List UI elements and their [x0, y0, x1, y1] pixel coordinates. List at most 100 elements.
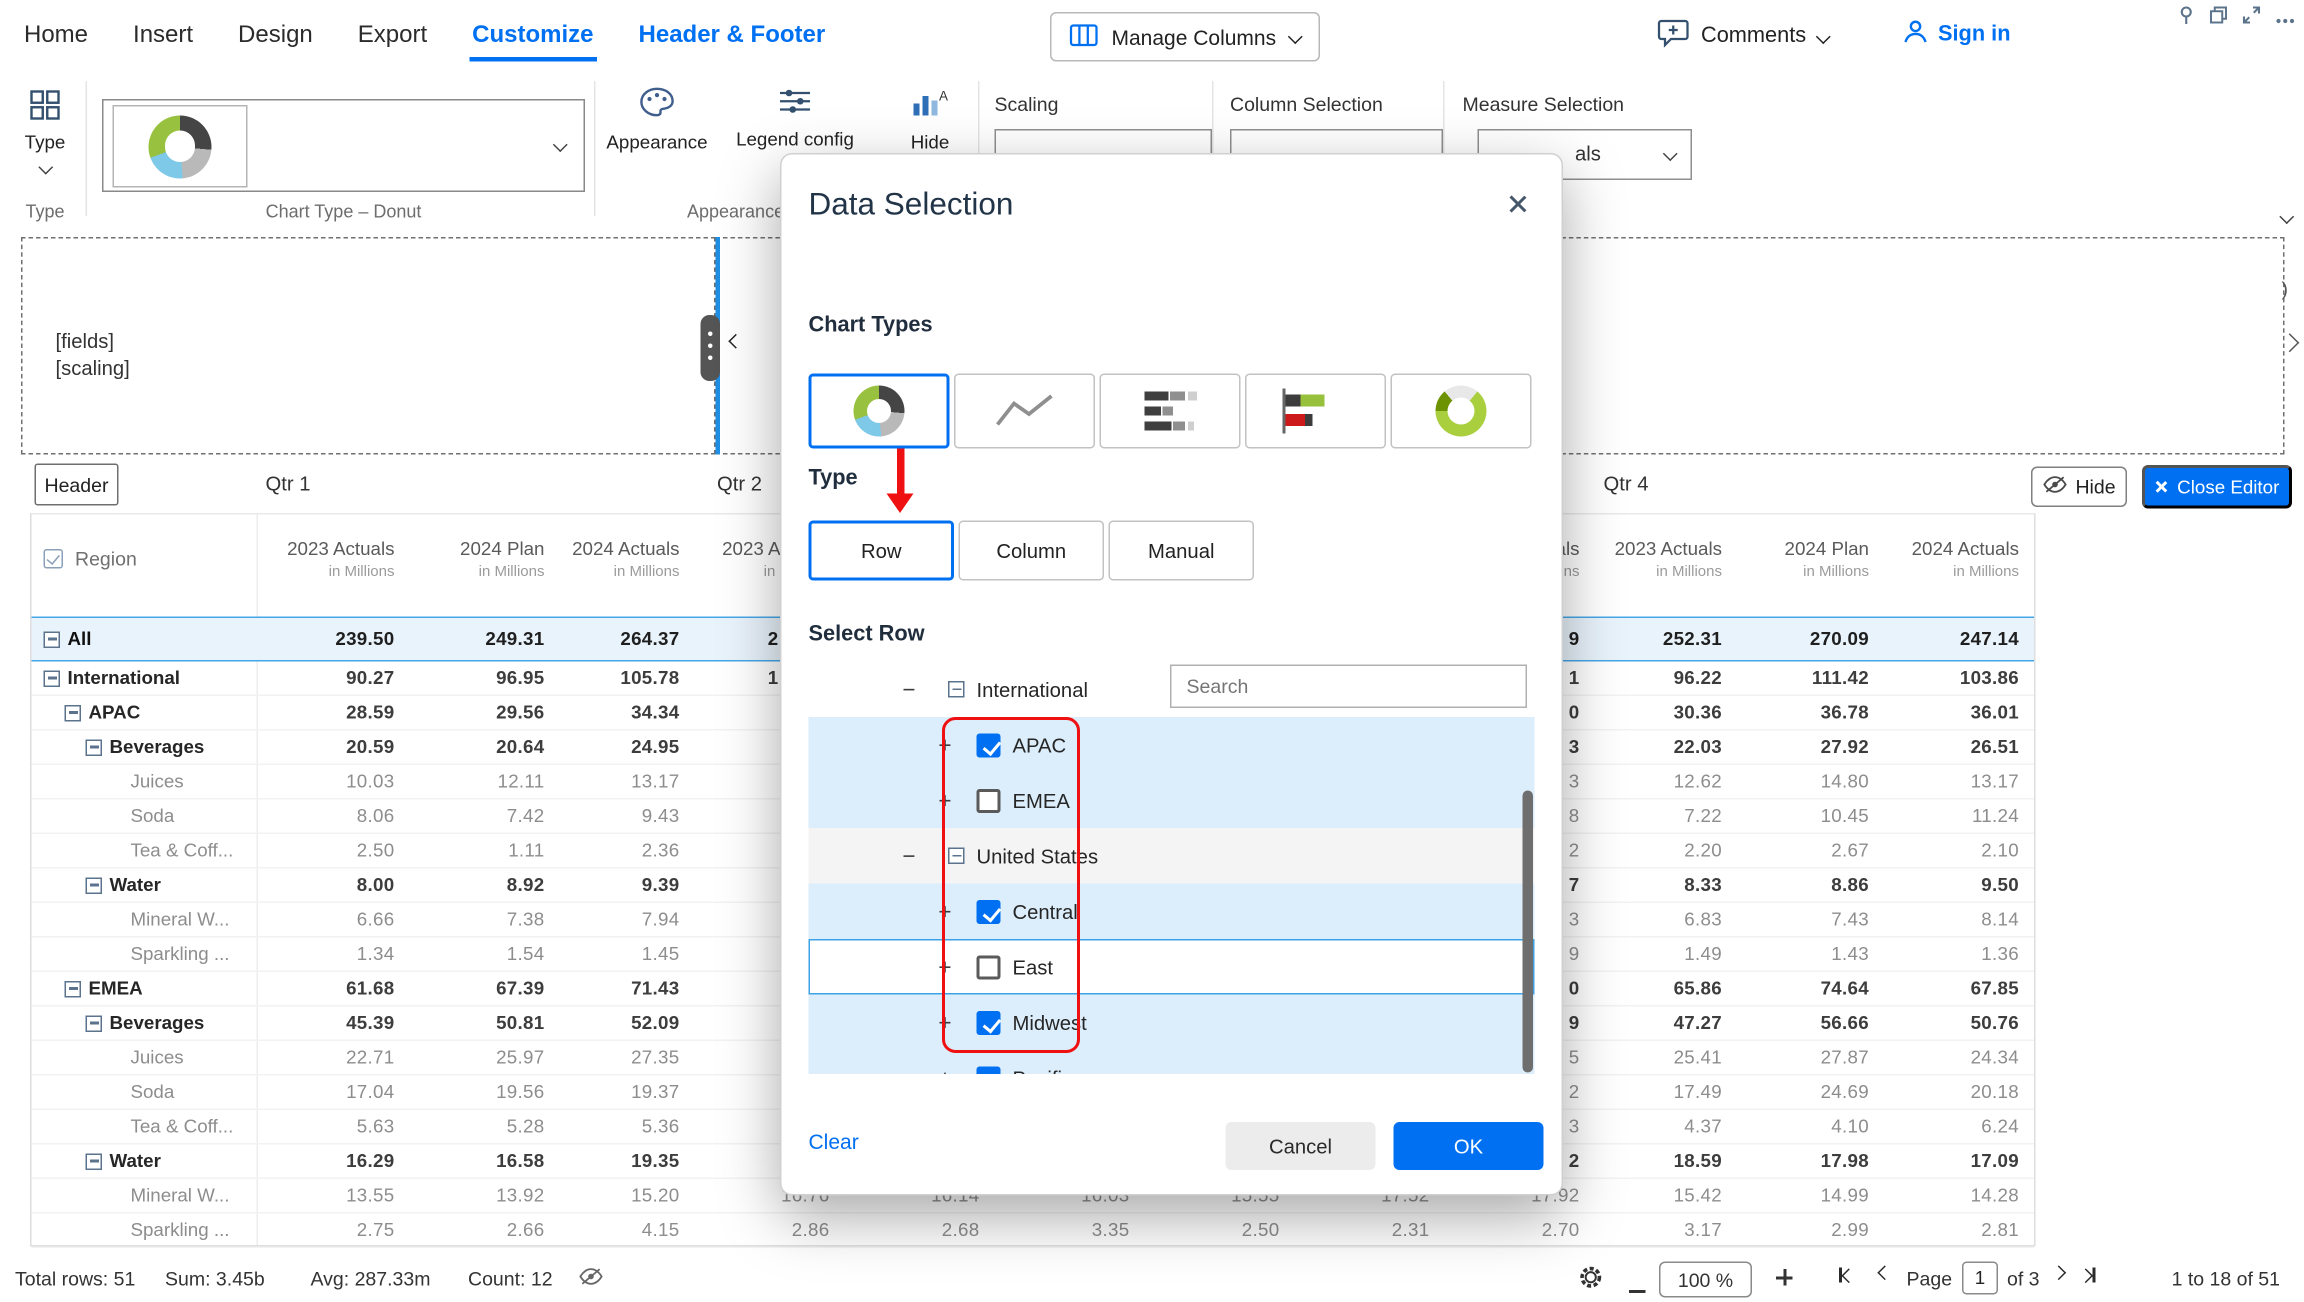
cell-value[interactable]: 9.50 — [1794, 875, 2019, 896]
cell-value[interactable]: 1.45 — [455, 944, 680, 965]
type-button[interactable]: Type — [9, 90, 81, 180]
zoom-in-button[interactable] — [1776, 1268, 1793, 1291]
zoom-out-button[interactable] — [1629, 1275, 1646, 1298]
search-input[interactable] — [1170, 665, 1527, 709]
collapse-icon[interactable] — [44, 631, 61, 648]
chart-type-option-line[interactable] — [954, 374, 1095, 449]
expand-icon[interactable]: + — [935, 788, 956, 814]
collapse-box-icon[interactable] — [948, 681, 965, 698]
previous-page-button[interactable] — [1880, 1268, 1891, 1279]
eye-slash-icon[interactable] — [579, 1268, 603, 1291]
sign-in-button[interactable]: Sign in — [1902, 18, 2011, 51]
checkbox[interactable] — [977, 788, 1001, 812]
menu-insert[interactable]: Insert — [133, 23, 193, 50]
cell-value[interactable]: 2 — [554, 629, 779, 650]
type-option-row[interactable]: Row — [809, 521, 955, 581]
first-page-button[interactable] — [1839, 1268, 1854, 1283]
collapse-icon[interactable] — [86, 877, 103, 894]
expand-icon[interactable] — [2243, 5, 2261, 32]
close-icon[interactable] — [1508, 194, 1529, 215]
menu-design[interactable]: Design — [238, 23, 313, 50]
chart-type-dropdown[interactable] — [102, 99, 585, 192]
checkbox[interactable] — [977, 1066, 1001, 1074]
chart-type-option-stacked-bar[interactable] — [1100, 374, 1241, 449]
collapse-icon[interactable] — [86, 1153, 103, 1170]
legend-config-button[interactable]: Legend config — [717, 87, 873, 150]
menu-home[interactable]: Home — [24, 23, 88, 50]
tree-item-pacific[interactable]: +Pacific — [809, 1050, 1535, 1074]
cell-value[interactable]: 7.94 — [455, 909, 680, 930]
collapse-icon[interactable] — [65, 704, 82, 721]
overflow-icon[interactable] — [2276, 5, 2296, 32]
expand-icon[interactable]: + — [935, 954, 956, 980]
collapse-icon[interactable] — [65, 980, 82, 997]
checkbox[interactable] — [977, 955, 1001, 979]
hide-axis-button[interactable]: A Hide — [894, 87, 966, 153]
expand-icon[interactable]: + — [935, 899, 956, 925]
last-page-button[interactable] — [2081, 1268, 2096, 1283]
cell-value[interactable]: 103.86 — [1794, 668, 2019, 689]
pin-icon[interactable] — [2178, 5, 2195, 32]
checkbox[interactable] — [977, 1010, 1001, 1034]
clear-link[interactable]: Clear — [809, 1130, 859, 1154]
cell-value[interactable]: 1 — [554, 668, 779, 689]
cell-value[interactable]: 36.01 — [1794, 702, 2019, 723]
page-input[interactable] — [1962, 1262, 1998, 1295]
chart-type-option-donut[interactable] — [809, 374, 950, 449]
cell-value[interactable]: 1.36 — [1794, 944, 2019, 965]
fields-panel[interactable]: [fields] [scaling] — [21, 237, 716, 455]
region-column-header[interactable]: Region — [44, 548, 137, 571]
cell-value[interactable]: 20.18 — [1794, 1082, 2019, 1103]
scrollbar-thumb[interactable] — [1523, 791, 1534, 1073]
collapse-icon[interactable] — [44, 670, 61, 687]
collapse-icon[interactable] — [86, 1015, 103, 1032]
cell-value[interactable]: 11.24 — [1794, 806, 2019, 827]
collapse-box-icon[interactable] — [948, 848, 965, 865]
type-option-manual[interactable]: Manual — [1109, 521, 1255, 581]
resize-grip-handle[interactable] — [701, 315, 721, 381]
cell-value[interactable]: 5.36 — [455, 1116, 680, 1137]
expand-icon[interactable]: + — [935, 1065, 956, 1074]
collapse-icon[interactable]: − — [899, 843, 920, 869]
expand-icon[interactable]: + — [935, 732, 956, 758]
cell-value[interactable]: 50.76 — [1794, 1013, 2019, 1034]
cancel-button[interactable]: Cancel — [1226, 1122, 1376, 1170]
cell-value[interactable]: 13.17 — [1794, 771, 2019, 792]
tree-item-apac[interactable]: +APAC — [809, 717, 1535, 773]
cell-value[interactable]: 19.37 — [455, 1082, 680, 1103]
tab-header-footer[interactable]: Header & Footer — [639, 23, 826, 50]
comments-button[interactable]: Comments — [1658, 15, 1829, 57]
cell-value[interactable]: 67.85 — [1794, 978, 2019, 999]
column-header[interactable]: 2024 Actualsin Millions — [1794, 539, 2019, 581]
cell-value[interactable]: 52.09 — [455, 1013, 680, 1034]
tree-item-midwest[interactable]: +Midwest — [809, 995, 1535, 1051]
cell-value[interactable]: 24.95 — [455, 737, 680, 758]
tree-item-central[interactable]: +Central — [809, 884, 1535, 940]
expand-icon[interactable]: + — [935, 1010, 956, 1036]
next-page-button[interactable] — [2054, 1268, 2065, 1279]
ok-button[interactable]: OK — [1394, 1122, 1544, 1170]
cell-value[interactable]: 2.36 — [455, 840, 680, 861]
hide-button[interactable]: Hide — [2031, 467, 2127, 508]
tree-item-emea[interactable]: +EMEA — [809, 773, 1535, 829]
cell-value[interactable]: 9.39 — [455, 875, 680, 896]
cell-value[interactable]: 8.14 — [1794, 909, 2019, 930]
cell-value[interactable]: 71.43 — [455, 978, 680, 999]
cell-value[interactable]: 19.35 — [455, 1151, 680, 1172]
tree-item-east[interactable]: +East — [809, 939, 1535, 995]
cell-value[interactable]: 2.81 — [1794, 1220, 2019, 1241]
cell-value[interactable]: 24.34 — [1794, 1047, 2019, 1068]
cell-value[interactable]: 6.24 — [1794, 1116, 2019, 1137]
header-tab[interactable]: Header — [35, 464, 119, 506]
cell-value[interactable]: 247.14 — [1794, 629, 2019, 650]
cell-value[interactable]: 2.10 — [1794, 840, 2019, 861]
tree-item-united-states[interactable]: −United States — [809, 828, 1535, 884]
table-row-sparkling[interactable]: Sparkling ...2.752.664.152.862.683.352.5… — [32, 1214, 2035, 1249]
cell-value[interactable]: 27.35 — [455, 1047, 680, 1068]
chart-type-option-bar[interactable] — [1245, 374, 1386, 449]
zoom-level[interactable]: 100 % — [1659, 1262, 1752, 1298]
menu-export[interactable]: Export — [358, 23, 427, 50]
checkbox[interactable] — [977, 899, 1001, 923]
checkbox[interactable] — [977, 733, 1001, 757]
collapse-icon[interactable] — [86, 739, 103, 756]
